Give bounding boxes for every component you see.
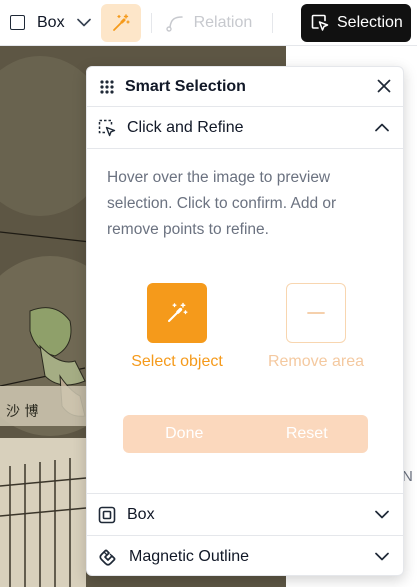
box-frame-icon bbox=[98, 506, 116, 524]
chevron-down-icon[interactable] bbox=[76, 18, 91, 27]
box-section-label: Box bbox=[127, 505, 155, 523]
reset-button[interactable]: Reset bbox=[246, 415, 369, 453]
chevron-down-icon[interactable] bbox=[375, 510, 389, 519]
box-tool-label: Box bbox=[37, 13, 65, 31]
panel-header[interactable]: Smart Selection bbox=[87, 67, 403, 107]
toolbar-divider bbox=[272, 12, 274, 33]
action-bar: Done Reset bbox=[123, 415, 368, 453]
smart-selection-panel: Smart Selection Click and Refine Hover o… bbox=[86, 66, 404, 576]
remove-area-button[interactable] bbox=[286, 283, 346, 343]
magnet-icon bbox=[98, 547, 118, 567]
top-toolbar: Box Relation Selection bbox=[0, 0, 417, 46]
svg-text:沙 博: 沙 博 bbox=[6, 403, 38, 420]
magic-wand-icon bbox=[165, 301, 189, 325]
magic-wand-icon bbox=[111, 13, 131, 33]
close-icon[interactable] bbox=[377, 79, 391, 93]
box-square-icon bbox=[10, 15, 25, 30]
done-button[interactable]: Done bbox=[123, 415, 246, 453]
box-section-header[interactable]: Box bbox=[87, 493, 403, 535]
relation-curve-icon bbox=[165, 14, 194, 32]
selection-cursor-icon bbox=[311, 14, 337, 32]
selection-label: Selection bbox=[337, 14, 403, 31]
drag-handle-icon[interactable] bbox=[99, 79, 115, 95]
selection-button[interactable]: Selection bbox=[301, 4, 411, 42]
magnetic-outline-label: Magnetic Outline bbox=[129, 547, 250, 565]
panel-title: Smart Selection bbox=[125, 77, 246, 95]
minus-icon bbox=[307, 311, 325, 315]
relation-label: Relation bbox=[193, 13, 253, 31]
smart-wand-button[interactable] bbox=[100, 3, 141, 42]
toolbar-divider bbox=[150, 12, 152, 33]
dashed-select-cursor-icon bbox=[98, 119, 116, 137]
magnetic-outline-section-header[interactable]: Magnetic Outline bbox=[87, 535, 403, 575]
box-tool-dropdown[interactable]: Box bbox=[10, 0, 91, 46]
chevron-up-icon[interactable] bbox=[375, 123, 389, 132]
chevron-down-icon[interactable] bbox=[375, 552, 389, 561]
select-object-label[interactable]: Select object bbox=[107, 353, 247, 371]
click-refine-section-header[interactable]: Click and Refine bbox=[87, 107, 403, 149]
relation-tool-button[interactable]: Relation bbox=[165, 13, 253, 32]
select-object-button[interactable] bbox=[147, 283, 207, 343]
click-refine-label: Click and Refine bbox=[127, 118, 244, 136]
remove-area-label[interactable]: Remove area bbox=[246, 353, 386, 371]
instructions-text: Hover over the image to preview selectio… bbox=[107, 169, 337, 238]
